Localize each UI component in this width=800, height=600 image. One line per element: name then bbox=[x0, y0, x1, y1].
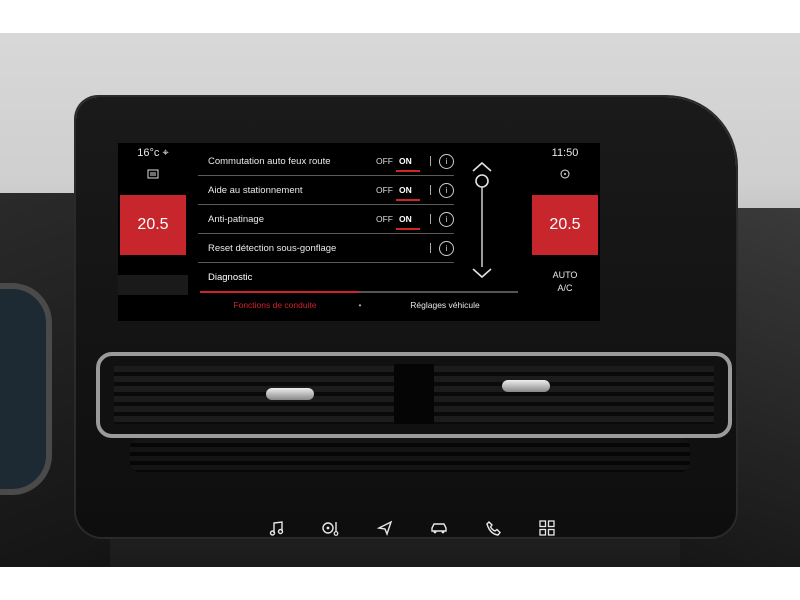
air-vent bbox=[96, 352, 732, 438]
info-icon[interactable]: i bbox=[439, 240, 454, 256]
climate-icon[interactable] bbox=[316, 513, 346, 543]
scroll-thumb bbox=[475, 174, 489, 188]
touchscreen: 16°c ⌖ 20.5 Commutation auto feux route … bbox=[118, 143, 600, 321]
car-icon[interactable] bbox=[424, 513, 454, 543]
setting-label: Reset détection sous-gonflage bbox=[208, 242, 337, 254]
info-icon[interactable]: i bbox=[439, 211, 454, 227]
setting-row-tire-pressure-reset[interactable]: Reset détection sous-gonflage i bbox=[198, 234, 454, 263]
left-vent-knob[interactable] bbox=[266, 388, 314, 400]
left-panel-shade bbox=[118, 275, 188, 295]
auto-mode-label: AUTO bbox=[552, 270, 578, 280]
right-climate-panel: 11:50 20.5 AUTO A/C bbox=[530, 143, 600, 293]
climate-mode[interactable]: AUTO A/C bbox=[530, 269, 600, 295]
list-scroll-control[interactable] bbox=[470, 159, 494, 281]
left-temperature-button[interactable]: 20.5 bbox=[120, 195, 186, 255]
setting-label: Diagnostic bbox=[208, 271, 253, 283]
parking-aid-toggle[interactable]: OFF ON bbox=[376, 185, 422, 201]
hard-keys-row bbox=[262, 513, 562, 543]
tab-driving-functions[interactable]: Fonctions de conduite bbox=[200, 300, 350, 310]
fan-icon[interactable] bbox=[530, 163, 600, 185]
outside-temperature: 16°c ⌖ bbox=[137, 147, 169, 159]
scroll-up-icon bbox=[472, 161, 492, 172]
driving-functions-list: Commutation auto feux route OFF ON i Aid… bbox=[198, 147, 454, 291]
lower-grille bbox=[130, 438, 690, 472]
info-icon[interactable]: i bbox=[439, 153, 454, 169]
bottom-tabs: Fonctions de conduite • Réglages véhicul… bbox=[200, 295, 520, 315]
clock: 11:50 bbox=[551, 147, 579, 159]
info-icon[interactable]: i bbox=[439, 182, 454, 198]
divider bbox=[430, 243, 431, 253]
setting-row-diagnostic[interactable]: Diagnostic bbox=[198, 263, 454, 291]
setting-label: Aide au stationnement bbox=[208, 184, 303, 196]
apps-grid-icon[interactable] bbox=[532, 513, 562, 543]
toggle-indicator bbox=[396, 170, 420, 172]
phone-icon[interactable] bbox=[478, 513, 508, 543]
divider bbox=[430, 185, 431, 195]
auto-high-beam-toggle[interactable]: OFF ON bbox=[376, 156, 422, 172]
instrument-cluster-edge bbox=[0, 283, 52, 495]
setting-label: Anti-patinage bbox=[208, 213, 264, 225]
rear-defrost-icon[interactable] bbox=[118, 163, 188, 185]
setting-row-parking-aid[interactable]: Aide au stationnement OFF ON i bbox=[198, 176, 454, 205]
tab-progress-fill bbox=[200, 291, 359, 293]
divider bbox=[430, 156, 431, 166]
setting-row-auto-high-beam[interactable]: Commutation auto feux route OFF ON i bbox=[198, 147, 454, 176]
navigation-icon[interactable] bbox=[370, 513, 400, 543]
toggle-indicator bbox=[396, 228, 420, 230]
toggle-indicator bbox=[396, 199, 420, 201]
tab-separator-dot: • bbox=[358, 300, 362, 310]
ac-label: A/C bbox=[557, 283, 573, 293]
tab-progress-bar bbox=[200, 291, 518, 293]
setting-label: Commutation auto feux route bbox=[208, 155, 331, 167]
location-pin-icon: ⌖ bbox=[162, 147, 169, 159]
tab-vehicle-settings[interactable]: Réglages véhicule bbox=[370, 300, 520, 310]
right-vent-knob[interactable] bbox=[502, 380, 550, 392]
right-temperature-button[interactable]: 20.5 bbox=[532, 195, 598, 255]
left-climate-panel: 16°c ⌖ 20.5 bbox=[118, 143, 188, 295]
scroll-down-icon bbox=[472, 268, 492, 279]
music-icon[interactable] bbox=[262, 513, 292, 543]
divider bbox=[430, 214, 431, 224]
setting-row-traction-control[interactable]: Anti-patinage OFF ON i bbox=[198, 205, 454, 234]
vent-divider bbox=[394, 364, 434, 424]
traction-control-toggle[interactable]: OFF ON bbox=[376, 214, 422, 230]
